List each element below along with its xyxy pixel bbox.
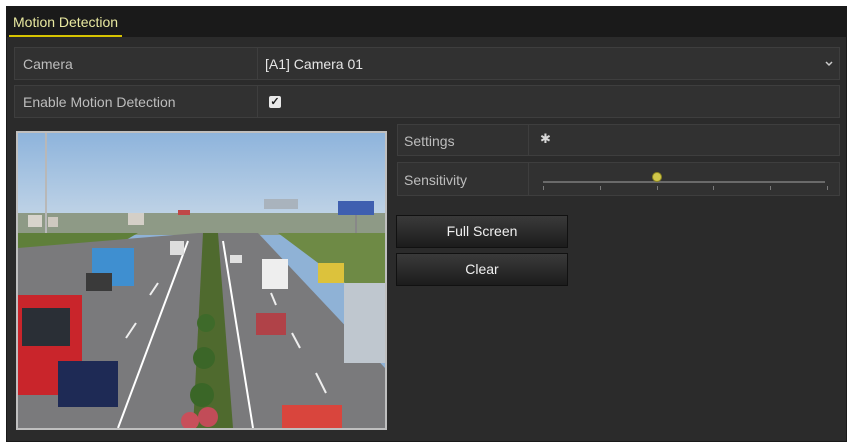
enable-motion-row: Enable Motion Detection ✓: [14, 85, 840, 118]
gear-icon[interactable]: ✱: [540, 131, 551, 147]
check-icon: ✓: [270, 96, 280, 108]
chevron-down-icon: [825, 61, 833, 67]
enable-motion-label: Enable Motion Detection: [23, 94, 176, 110]
camera-label: Camera: [23, 56, 73, 72]
camera-select[interactable]: [A1] Camera 01: [258, 48, 839, 79]
row-divider: [257, 86, 258, 117]
sensitivity-label: Sensitivity: [404, 172, 468, 188]
enable-motion-checkbox[interactable]: ✓: [269, 96, 281, 108]
camera-row: Camera [A1] Camera 01: [14, 47, 840, 80]
sensitivity-slider[interactable]: [529, 163, 839, 195]
slider-track: [543, 181, 825, 183]
row-divider: [528, 125, 529, 155]
slider-tick: [600, 186, 601, 190]
clear-button[interactable]: Clear: [396, 253, 568, 286]
settings-label: Settings: [404, 133, 455, 149]
slider-tick: [770, 186, 771, 190]
camera-preview[interactable]: [16, 131, 387, 430]
slider-tick: [657, 186, 658, 190]
slider-tick: [827, 186, 828, 190]
sensitivity-row: Sensitivity: [397, 162, 840, 196]
title-bar: Motion Detection: [7, 7, 846, 37]
slider-tick: [713, 186, 714, 190]
tab-motion-detection[interactable]: Motion Detection: [9, 11, 123, 37]
slider-tick: [543, 186, 544, 190]
full-screen-button[interactable]: Full Screen: [396, 215, 568, 248]
highway-scene: [18, 133, 385, 428]
camera-select-value: [A1] Camera 01: [265, 56, 364, 72]
motion-detection-window: Motion Detection Camera [A1] Camera 01 E…: [6, 6, 847, 442]
slider-handle[interactable]: [652, 172, 662, 182]
settings-row: Settings ✱: [397, 124, 840, 156]
